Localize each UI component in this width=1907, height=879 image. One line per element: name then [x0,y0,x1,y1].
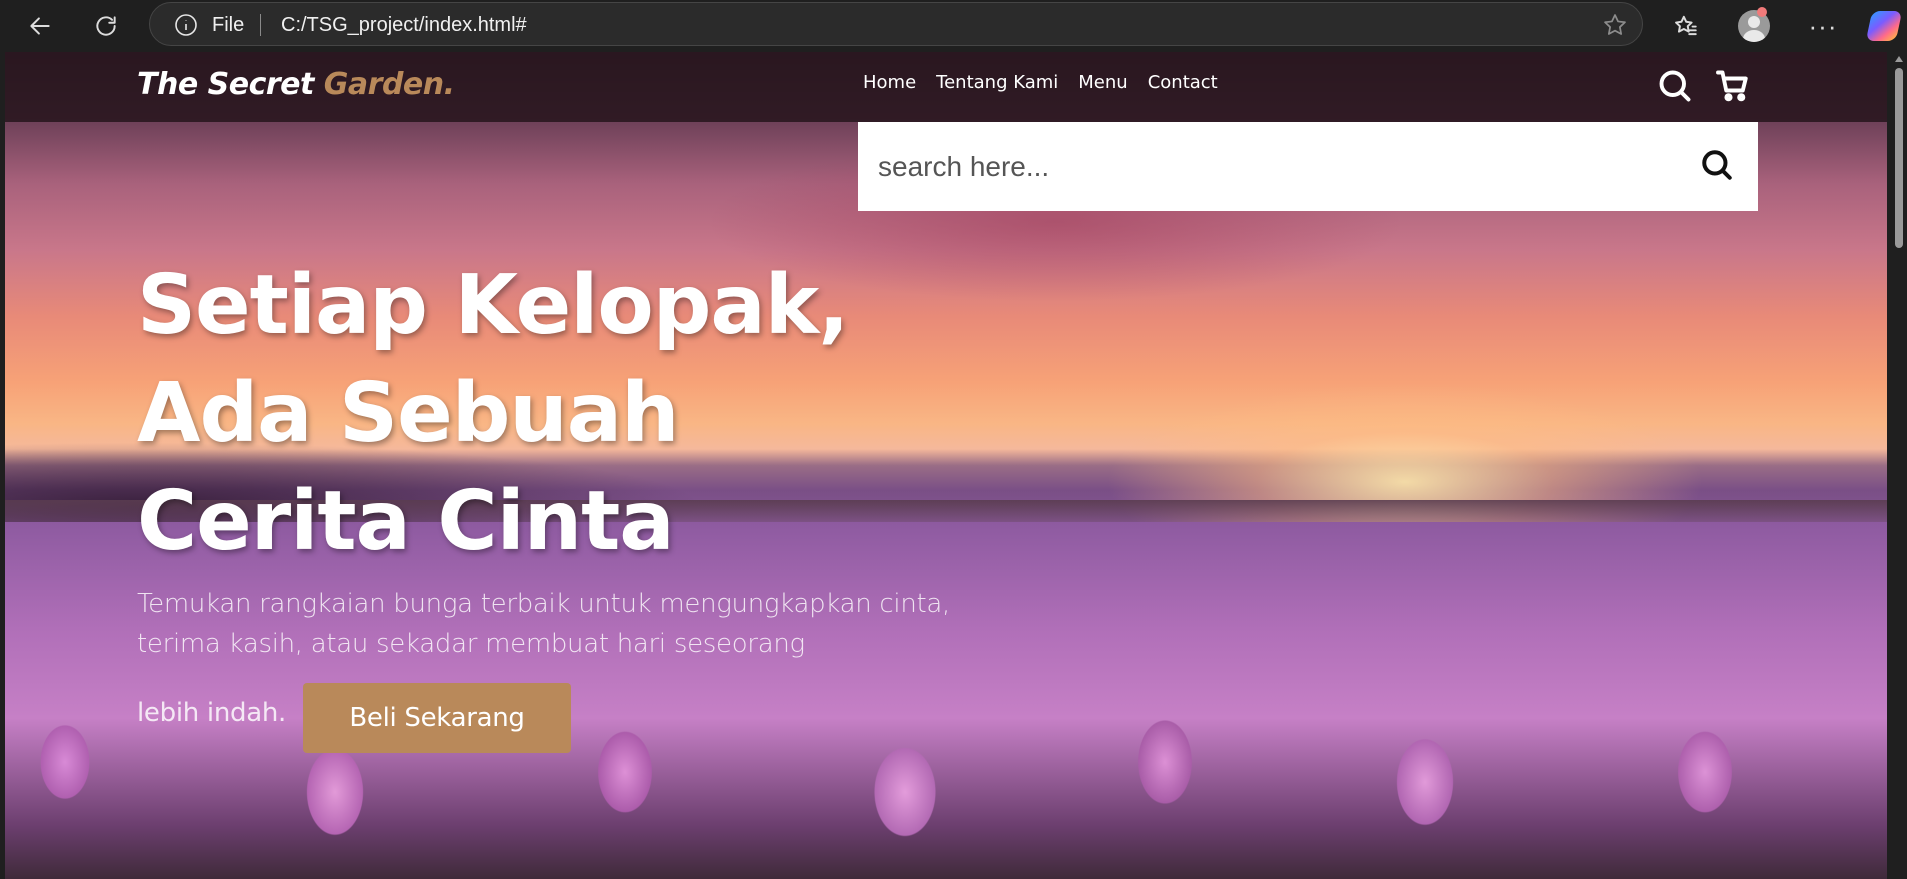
address-separator [260,14,261,36]
browser-toolbar: File C:/TSG_project/index.html# ··· [0,0,1907,52]
back-arrow-icon [30,17,50,35]
hero-text-ending: lebih indah. [137,698,286,728]
search-dropdown [858,122,1758,211]
search-submit-icon[interactable] [1694,142,1740,188]
more-dots-icon: ··· [1808,11,1838,41]
nav-link-home[interactable]: Home [863,72,916,93]
nav-link-tentang-kami[interactable]: Tentang Kami [936,72,1058,93]
info-icon[interactable] [174,13,198,37]
nav-link-menu[interactable]: Menu [1078,72,1127,93]
scroll-up-arrow-icon[interactable] [1895,56,1903,62]
star-icon[interactable] [1602,12,1628,38]
refresh-icon [96,16,116,36]
site-navbar: The Secret Garden. Home Tentang Kami Men… [5,52,1887,122]
copilot-icon [1865,11,1903,41]
nav-links: Home Tentang Kami Menu Contact [863,72,1238,93]
brand-primary: The Secret [137,67,324,102]
brand-accent: Garden. [323,67,455,102]
favorites-icon [1675,15,1697,36]
notification-dot [1757,7,1767,17]
refresh-button[interactable] [86,6,126,46]
hero-title: Setiap Kelopak, Ada Sebuah Cerita Cinta [137,258,849,569]
nav-link-contact[interactable]: Contact [1148,72,1218,93]
site-logo[interactable]: The Secret Garden. [137,67,455,102]
search-input[interactable] [876,142,1660,192]
page-viewport: The Secret Garden. Home Tentang Kami Men… [5,52,1887,879]
favorites-button[interactable] [1666,6,1706,46]
scheme-label: File [212,14,245,36]
back-button[interactable] [20,6,60,46]
more-button[interactable]: ··· [1803,6,1843,46]
hero-text: Temukan rangkaian bunga terbaik untuk me… [137,589,951,659]
copilot-button[interactable] [1864,6,1904,46]
profile-button[interactable] [1734,6,1774,46]
scroll-thumb[interactable] [1895,68,1903,248]
url-text[interactable]: C:/TSG_project/index.html# [281,14,527,37]
page-scrollbar[interactable] [1891,52,1907,879]
buy-now-button[interactable]: Beli Sekarang [303,683,571,753]
address-bar[interactable]: File C:/TSG_project/index.html# [149,2,1643,46]
cart-icon[interactable] [1711,64,1755,108]
search-icon[interactable] [1653,64,1697,108]
